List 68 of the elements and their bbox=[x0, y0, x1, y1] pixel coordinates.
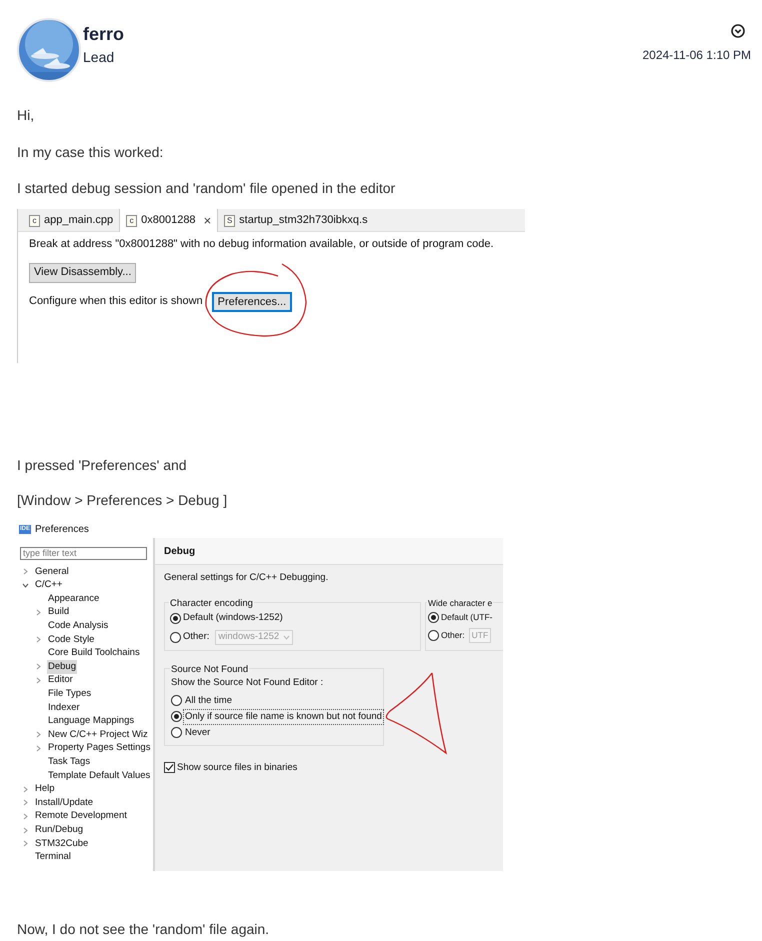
option-label: Never bbox=[184, 726, 212, 740]
checkbox-label: Show source files in binaries bbox=[177, 760, 298, 775]
paragraph: In my case this worked: bbox=[17, 144, 164, 160]
option-label: Other: bbox=[183, 630, 210, 644]
tree-item[interactable]: C/C++ bbox=[34, 578, 64, 593]
tree-item[interactable]: General bbox=[34, 564, 70, 579]
configure-label: Configure when this editor is shown bbox=[29, 294, 203, 310]
tree-item[interactable]: Debug bbox=[47, 660, 77, 674]
tree-item[interactable]: Remote Development bbox=[34, 809, 128, 824]
tree-item[interactable]: Language Mappings bbox=[47, 714, 136, 728]
tree-item[interactable]: Code Analysis bbox=[47, 619, 110, 634]
checkbox[interactable] bbox=[164, 762, 175, 774]
author-rank: Lead bbox=[83, 49, 116, 65]
page-title: Debug bbox=[164, 544, 196, 558]
tree-item[interactable]: Code Style bbox=[47, 632, 96, 647]
tree-item[interactable]: File Types bbox=[47, 687, 92, 702]
radio-button[interactable] bbox=[170, 632, 181, 642]
options-chevron-icon[interactable] bbox=[731, 24, 745, 38]
paragraph: I started debug session and 'random' file opened in the editor bbox=[17, 180, 396, 196]
tree-item[interactable]: Terminal bbox=[34, 850, 72, 864]
radio-button[interactable] bbox=[428, 612, 439, 624]
tree-item[interactable]: Core Build Toolchains bbox=[47, 646, 141, 660]
file-icon: S bbox=[224, 214, 236, 226]
radio-button[interactable] bbox=[170, 612, 181, 624]
filter-field[interactable]: type filter text bbox=[20, 547, 147, 560]
tree-item[interactable]: Build bbox=[47, 605, 70, 620]
option-label: All the time bbox=[184, 694, 233, 708]
message-text: Break at address "0x8001288" with no debug information available, or outside of program code. bbox=[29, 237, 494, 252]
tab-label: 0x8001288 bbox=[141, 213, 196, 228]
option-label: Other: bbox=[441, 629, 465, 642]
tree-item[interactable]: Indexer bbox=[47, 700, 81, 715]
tree-item[interactable]: Template Default Values bbox=[47, 768, 152, 783]
view-disassembly-button[interactable]: View Disassembly... bbox=[29, 262, 136, 282]
option-label: Default (UTF- bbox=[441, 611, 492, 624]
file-icon: c bbox=[29, 214, 40, 226]
radio-button[interactable] bbox=[171, 695, 182, 706]
window-title: Preferences bbox=[35, 522, 89, 536]
radio-button[interactable] bbox=[171, 711, 182, 722]
paragraph: I pressed 'Preferences' and bbox=[17, 457, 188, 473]
tab-label: app_main.cpp bbox=[44, 213, 114, 228]
tree-item[interactable]: Run/Debug bbox=[34, 822, 84, 838]
editor-tab[interactable]: c app_main.cpp bbox=[23, 209, 120, 232]
tree-item[interactable]: Task Tags bbox=[47, 754, 92, 770]
tab-label: startup_stm32h730ibkxq.s bbox=[239, 213, 368, 228]
file-icon: c bbox=[126, 214, 138, 226]
paragraph: Hi, bbox=[17, 107, 36, 123]
author-name[interactable]: ferro bbox=[83, 24, 124, 44]
tree-item[interactable]: Help bbox=[34, 782, 56, 796]
option-label: Default (windows-1252) bbox=[183, 611, 283, 626]
prompt-text: Show the Source Not Found Editor : bbox=[171, 676, 324, 690]
editor-tab[interactable]: S startup_stm32h730ibkxq.s bbox=[218, 209, 374, 232]
tree-item[interactable]: Install/Update bbox=[34, 796, 94, 810]
tree-item[interactable]: Editor bbox=[47, 673, 74, 688]
editor-tab[interactable]: c 0x8001288 × bbox=[119, 209, 218, 232]
tree-item[interactable]: STM32Cube bbox=[34, 836, 90, 851]
radio-button[interactable] bbox=[171, 727, 182, 738]
option-label: Only if source file name is known but not found bbox=[183, 708, 384, 725]
tree-item[interactable]: Appearance bbox=[47, 592, 100, 606]
tree-item[interactable]: New C/C++ Project Wiz bbox=[47, 728, 149, 742]
paragraph: Now, I do not see the 'random' file again. bbox=[17, 921, 270, 937]
radio-button[interactable] bbox=[428, 630, 439, 641]
description-text: General settings for C/C++ Debugging. bbox=[164, 571, 330, 585]
paragraph: [Window > Preferences > Debug ] bbox=[17, 492, 228, 508]
check-icon bbox=[165, 763, 174, 772]
close-icon[interactable]: × bbox=[204, 210, 212, 230]
post-date: 2024-11-06 1:10 PM bbox=[642, 47, 751, 64]
preferences-button[interactable]: Preferences... bbox=[212, 292, 292, 312]
tree-item[interactable]: Property Pages Settings bbox=[47, 741, 152, 756]
